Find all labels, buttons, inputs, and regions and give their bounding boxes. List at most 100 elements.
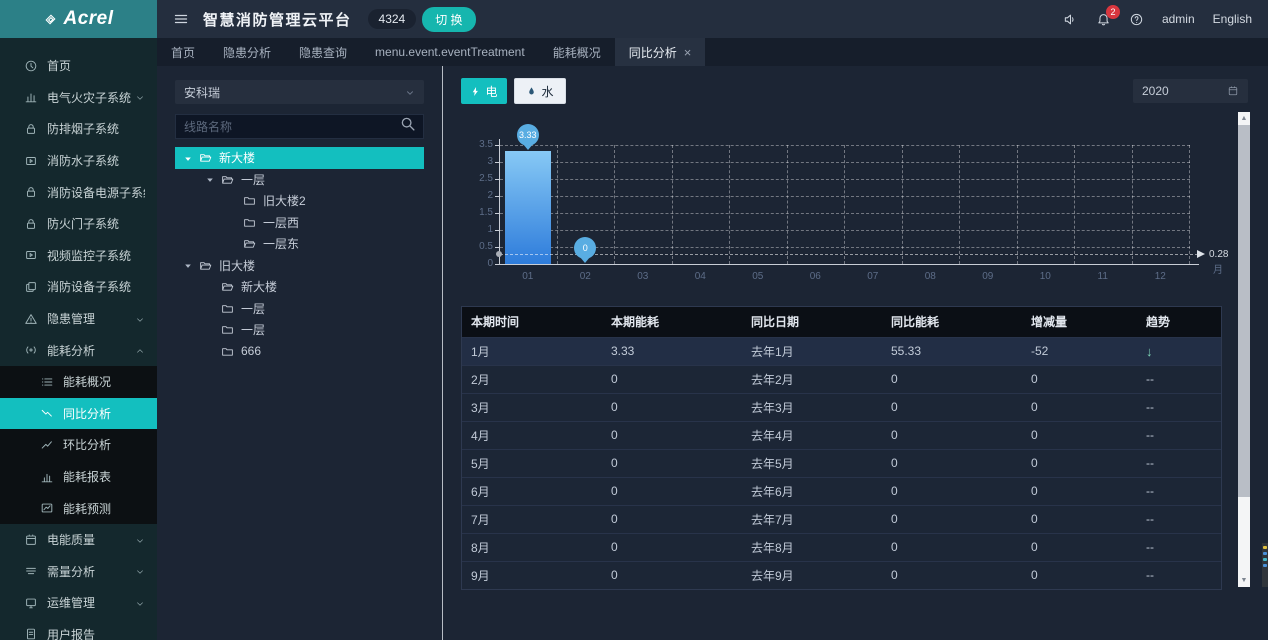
search-input[interactable] (176, 120, 399, 134)
sidebar-item-fire-door[interactable]: 防火门子系统 (0, 208, 157, 240)
help-icon[interactable] (1129, 12, 1144, 27)
line-tree: 新大楼一层旧大楼2一层西一层东旧大楼新大楼一层一层666 (175, 147, 424, 362)
tab-hazard-query[interactable]: 隐患查询 (285, 38, 361, 66)
tree-node[interactable]: 一层 (175, 169, 424, 191)
gridline-v (557, 145, 558, 264)
table-row[interactable]: 6月0去年6月00-- (462, 477, 1221, 505)
table-row[interactable]: 2月0去年2月00-- (462, 365, 1221, 393)
gridline-v (959, 145, 960, 264)
table-cell: 0 (882, 421, 1022, 449)
sidebar-item-power-quality[interactable]: 电能质量 (0, 524, 157, 556)
tab-yoy-analysis[interactable]: 同比分析× (615, 38, 706, 66)
switch-button[interactable]: 切 换 (422, 7, 475, 32)
table-row[interactable]: 5月0去年5月00-- (462, 449, 1221, 477)
tab-label: 隐患分析 (223, 44, 271, 61)
tab-event-treatment[interactable]: menu.event.eventTreatment (361, 38, 539, 66)
mark-line-arrow-icon (1197, 250, 1209, 258)
caret-down-icon[interactable] (183, 260, 193, 270)
water-tab-button[interactable]: 水 (514, 78, 566, 104)
sidebar-item-user-report[interactable]: 用户报告 (0, 619, 157, 640)
sidebar-item-smoke-control[interactable]: 防排烟子系统 (0, 113, 157, 145)
y-tick-label: 0.5 (467, 242, 493, 252)
close-icon[interactable]: × (684, 46, 692, 59)
table-row[interactable]: 1月3.33去年1月55.33-52↓ (462, 337, 1221, 365)
sidebar-item-energy-report[interactable]: 能耗报表 (0, 461, 157, 493)
sidebar-item-fire-power[interactable]: 消防设备电源子系统 (0, 176, 157, 208)
search-icon[interactable] (399, 115, 423, 138)
sidebar-item-label: 防排烟子系统 (47, 120, 145, 137)
table-cell: 0 (1022, 421, 1137, 449)
tree-node[interactable]: 新大楼 (175, 276, 424, 298)
tree-node[interactable]: 旧大楼2 (175, 190, 424, 212)
tree-node[interactable]: 旧大楼 (175, 255, 424, 277)
sidebar-item-energy-forecast[interactable]: 能耗预测 (0, 492, 157, 524)
minimap-strip (1262, 543, 1268, 587)
vertical-scrollbar[interactable]: ▲ ▼ (1238, 112, 1250, 587)
sidebar-item-home[interactable]: 首页 (0, 50, 157, 82)
table-cell: -- (1137, 365, 1221, 393)
folder-closed-icon (221, 323, 234, 336)
table-row[interactable]: 9月0去年9月00-- (462, 561, 1221, 589)
x-tick-label: 11 (1074, 271, 1132, 282)
table-row[interactable]: 3月0去年3月00-- (462, 393, 1221, 421)
sidebar-item-yoy-analysis[interactable]: 同比分析 (0, 398, 157, 430)
sidebar-item-electrical-fire[interactable]: 电气火灾子系统 (0, 82, 157, 114)
energy-icon (24, 343, 38, 357)
tab-hazard-analysis[interactable]: 隐患分析 (209, 38, 285, 66)
sidebar-item-ops-management[interactable]: 运维管理 (0, 587, 157, 619)
monitor-icon (24, 596, 38, 610)
tree-node[interactable]: 新大楼 (175, 147, 424, 169)
table-cell: -- (1137, 449, 1221, 477)
tree-node[interactable]: 一层 (175, 298, 424, 320)
mark-line-start-dot (496, 251, 502, 257)
tree-node-label: 一层 (241, 300, 265, 317)
lock-icon (24, 185, 38, 199)
table-cell: -- (1137, 561, 1221, 589)
tab-energy-overview[interactable]: 能耗概况 (539, 38, 615, 66)
sidebar-item-demand-analysis[interactable]: 需量分析 (0, 556, 157, 588)
caret-down-icon[interactable] (183, 153, 193, 163)
sidebar-item-energy-overview[interactable]: 能耗概况 (0, 366, 157, 398)
volume-icon[interactable] (1063, 12, 1078, 27)
user-menu[interactable]: admin (1162, 12, 1195, 26)
scrollbar-thumb[interactable] (1238, 125, 1250, 497)
sidebar-item-fire-equipment[interactable]: 消防设备子系统 (0, 271, 157, 303)
table-cell: ↓ (1137, 337, 1221, 365)
table-row[interactable]: 7月0去年7月00-- (462, 505, 1221, 533)
tab-home[interactable]: 首页 (157, 38, 209, 66)
table-cell: 0 (602, 393, 742, 421)
sidebar-item-mom-analysis[interactable]: 环比分析 (0, 429, 157, 461)
sidebar-item-label: 电气火灾子系统 (47, 89, 135, 106)
trend-down-icon (40, 406, 54, 420)
table-row[interactable]: 4月0去年4月00-- (462, 421, 1221, 449)
language-switch[interactable]: English (1213, 12, 1252, 26)
scroll-down-arrow-icon[interactable]: ▼ (1238, 574, 1250, 587)
table-cell: 去年7月 (742, 505, 882, 533)
sidebar-item-energy-analysis[interactable]: 能耗分析 (0, 334, 157, 366)
table-cell: 去年1月 (742, 337, 882, 365)
folder-open-icon (221, 173, 234, 186)
notification-count-badge: 2 (1106, 5, 1120, 19)
tree-node[interactable]: 一层 (175, 319, 424, 341)
table-cell: 去年6月 (742, 477, 882, 505)
electric-tab-button[interactable]: 电 (461, 78, 507, 104)
video-icon (24, 248, 38, 262)
sidebar-item-video-monitor[interactable]: 视频监控子系统 (0, 240, 157, 272)
sidebar-item-hazard-management[interactable]: 隐患管理 (0, 303, 157, 335)
tree-node[interactable]: 一层西 (175, 212, 424, 234)
table-cell: 4月 (462, 421, 602, 449)
x-tick-label: 08 (902, 271, 960, 282)
column-header: 增减量 (1022, 307, 1137, 337)
scroll-up-arrow-icon[interactable]: ▲ (1238, 112, 1250, 125)
bell-icon[interactable]: 2 (1096, 12, 1111, 27)
caret-down-icon[interactable] (205, 174, 215, 184)
menu-collapse-icon[interactable] (173, 11, 189, 27)
sidebar-item-fire-water[interactable]: 消防水子系统 (0, 145, 157, 177)
search-box (175, 114, 424, 139)
tree-node[interactable]: 一层东 (175, 233, 424, 255)
tree-node[interactable]: 666 (175, 341, 424, 363)
year-picker[interactable]: 2020 (1133, 79, 1248, 103)
sidebar-submenu: 能耗概况同比分析环比分析能耗报表能耗预测 (0, 366, 157, 524)
org-select[interactable]: 安科瑞 (175, 80, 424, 104)
table-row[interactable]: 8月0去年8月00-- (462, 533, 1221, 561)
